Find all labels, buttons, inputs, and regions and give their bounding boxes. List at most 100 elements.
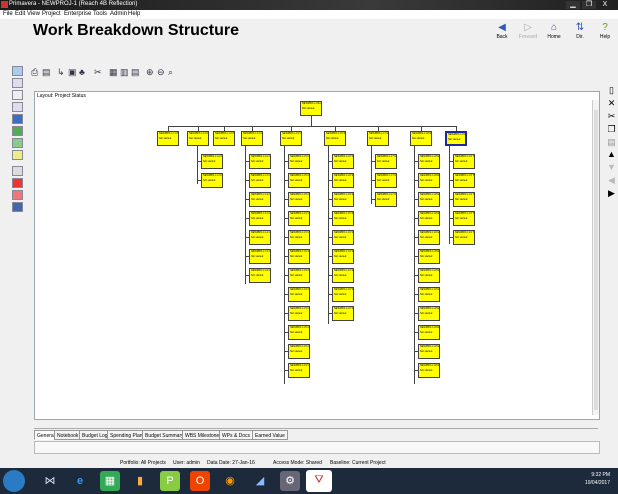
risks-icon[interactable] <box>12 178 23 188</box>
wbs-node-level1[interactable]: NEWPROJ-1.8 Electrical Not started <box>410 131 432 146</box>
wbs-node-child[interactable]: NEWPROJ-1.9 Testing Not started <box>453 173 475 188</box>
primavera-icon[interactable]: ⛛ <box>306 470 332 492</box>
wbs-node-child[interactable]: NEWPROJ-1.5 Civil Works Not started <box>288 211 310 226</box>
tab-budget-log[interactable]: Budget Log <box>79 430 111 440</box>
wbs-node-level1[interactable]: NEWPROJ-1.6 Site Works Not started <box>324 131 346 146</box>
tab-spending-plan[interactable]: Spending Plan <box>107 430 146 440</box>
wbs-node-child[interactable]: NEWPROJ-1.7 Mechanical Not started <box>375 173 397 188</box>
copy-right-icon[interactable]: ❐ <box>607 125 616 134</box>
forward-button[interactable]: ▷ Forward <box>515 22 541 44</box>
maximize-button[interactable]: ❐ <box>582 1 596 9</box>
wbs-node-child[interactable]: NEWPROJ-1.8 Electrical Not started <box>418 306 440 321</box>
wbs-node-child[interactable]: NEWPROJ-1.6 Site Works Not started <box>332 268 354 283</box>
columns-icon[interactable]: ▤ <box>131 67 140 77</box>
print-icon[interactable]: ⎙ <box>31 67 40 77</box>
wbs-node-child[interactable]: NEWPROJ-1.9 Testing Not started <box>453 211 475 226</box>
wbs-node-child[interactable]: NEWPROJ-1.7 Mechanical Not started <box>375 154 397 169</box>
wbs-node-child[interactable]: NEWPROJ-1.7 Mechanical Not started <box>375 192 397 207</box>
wbs-node-child[interactable]: NEWPROJ-1.5 Civil Works Not started <box>288 344 310 359</box>
close-button[interactable]: X <box>598 1 612 9</box>
wbs-node-child[interactable]: NEWPROJ-1.5 Civil Works Not started <box>288 154 310 169</box>
wbs-node-level1[interactable]: NEWPROJ-1.7 Mechanical Not started <box>367 131 389 146</box>
menu-help[interactable]: Help <box>128 11 140 17</box>
wbs-node-child[interactable]: NEWPROJ-1.6 Site Works Not started <box>332 306 354 321</box>
zoom-fit-icon[interactable]: ⌕ <box>168 67 177 77</box>
wbs-node-child[interactable]: NEWPROJ-1.6 Site Works Not started <box>332 249 354 264</box>
wbs-node-child[interactable]: NEWPROJ-1.8 Electrical Not started <box>418 344 440 359</box>
activities-icon[interactable] <box>12 126 23 136</box>
new-icon[interactable]: ▯ <box>607 86 616 95</box>
reports-icon[interactable] <box>12 90 23 100</box>
issues-icon[interactable] <box>12 166 23 176</box>
resources-icon[interactable] <box>12 78 23 88</box>
menu-view[interactable]: View <box>27 11 40 17</box>
tracking-icon[interactable] <box>12 102 23 112</box>
minimize-button[interactable]: ▁ <box>566 1 580 9</box>
wbs-node-child[interactable]: NEWPROJ-1.6 Site Works Not started <box>332 287 354 302</box>
wbs-node-child[interactable]: NEWPROJ-1.8 Electrical Not started <box>418 173 440 188</box>
group-icon[interactable]: ▥ <box>120 67 129 77</box>
menu-tools[interactable]: Tools <box>93 11 107 17</box>
delete-icon[interactable]: ✕ <box>607 99 616 108</box>
move-up-icon[interactable]: ▲ <box>607 150 616 159</box>
tab-wps-docs[interactable]: WPs & Docs <box>219 430 254 440</box>
wbs-node-child[interactable]: NEWPROJ-1.2 DESIGN Not started <box>201 154 223 169</box>
menu-enterprise[interactable]: Enterprise <box>64 11 91 17</box>
outdent-icon[interactable]: ◀ <box>607 176 616 185</box>
print-preview-icon[interactable]: ▤ <box>42 67 51 77</box>
wbs-node-level1[interactable]: NEWPROJ-1.2 DESIGN Not started <box>187 131 209 146</box>
wbs-node-child[interactable]: NEWPROJ-1.8 Electrical Not started <box>418 154 440 169</box>
wbs-node-child[interactable]: NEWPROJ-1.4 Construction Not started <box>249 154 271 169</box>
wbs-node-child[interactable]: NEWPROJ-1.8 Electrical Not started <box>418 192 440 207</box>
wbs-node-child[interactable]: NEWPROJ-1.6 Site Works Not started <box>332 154 354 169</box>
wbs-node-child[interactable]: NEWPROJ-1.5 Civil Works Not started <box>288 287 310 302</box>
wbs-node-child[interactable]: NEWPROJ-1.9 Testing Not started <box>453 230 475 245</box>
wbs-node-child[interactable]: NEWPROJ-1.4 Construction Not started <box>249 230 271 245</box>
move-down-icon[interactable]: ▼ <box>607 163 616 172</box>
wbs-node-child[interactable]: NEWPROJ-1.6 Site Works Not started <box>332 211 354 226</box>
documents-icon[interactable] <box>12 202 23 212</box>
wbs-node-level1[interactable]: NEWPROJ-1.9 Testing Not started <box>445 131 467 146</box>
wbs-node-child[interactable]: NEWPROJ-1.6 Site Works Not started <box>332 173 354 188</box>
wbs-node-child[interactable]: NEWPROJ-1.8 Electrical Not started <box>418 249 440 264</box>
menu-admin[interactable]: Admin <box>110 11 127 17</box>
wbs-node-child[interactable]: NEWPROJ-1.9 Testing Not started <box>453 154 475 169</box>
start-button[interactable] <box>3 470 25 492</box>
paste-icon[interactable]: ▤ <box>607 138 616 147</box>
filter-icon[interactable]: ▦ <box>109 67 118 77</box>
internet-explorer-icon[interactable]: e <box>70 471 90 491</box>
wbs-node-level1[interactable]: NEWPROJ-1.4 Construction Not started <box>241 131 263 146</box>
indent-icon[interactable]: ↳ <box>57 67 66 77</box>
wbs-node-child[interactable]: NEWPROJ-1.8 Electrical Not started <box>418 325 440 340</box>
wbs-node-child[interactable]: NEWPROJ-1.8 Electrical Not started <box>418 211 440 226</box>
media-player-icon[interactable]: ⋈ <box>40 471 60 491</box>
cut-right-icon[interactable]: ✂ <box>607 112 616 121</box>
chrome-icon[interactable]: ◉ <box>220 471 240 491</box>
vertical-scrollbar[interactable] <box>592 100 599 415</box>
tab-budget-summary[interactable]: Budget Summary <box>142 430 187 440</box>
directory-button[interactable]: ⇅ Dir. <box>567 22 593 44</box>
wbs-node-child[interactable]: NEWPROJ-1.5 Civil Works Not started <box>288 192 310 207</box>
wbs-node-child[interactable]: NEWPROJ-1.9 Testing Not started <box>453 192 475 207</box>
menu-edit[interactable]: Edit <box>15 11 25 17</box>
settings-icon[interactable]: ⚙ <box>280 471 300 491</box>
projects-icon[interactable] <box>12 66 23 76</box>
wbs-node-child[interactable]: NEWPROJ-1.6 Site Works Not started <box>332 192 354 207</box>
indent-right-icon[interactable]: ▶ <box>607 189 616 198</box>
wbs-node-child[interactable]: NEWPROJ-1.5 Civil Works Not started <box>288 306 310 321</box>
wbs-node-child[interactable]: NEWPROJ-1.8 Electrical Not started <box>418 287 440 302</box>
wbs-node-child[interactable]: NEWPROJ-1.4 Construction Not started <box>249 249 271 264</box>
wbs-icon[interactable] <box>12 114 23 124</box>
wbs-node-child[interactable]: NEWPROJ-1.5 Civil Works Not started <box>288 268 310 283</box>
spreadsheet-icon[interactable]: ▦ <box>100 471 120 491</box>
zoom-in-icon[interactable]: ⊕ <box>146 67 155 77</box>
wbs-root-node[interactable]: NEWPROJ-1 Reach 4B Reflection Not started <box>300 101 322 116</box>
wbs-node-level1[interactable]: NEWPROJ-1.1 PROJECT MGMT Not started <box>157 131 179 146</box>
back-button[interactable]: ◀ Back <box>489 22 515 44</box>
wbs-node-child[interactable]: NEWPROJ-1.4 Construction Not started <box>249 211 271 226</box>
home-button[interactable]: ⌂ Home <box>541 22 567 44</box>
wbs-node-child[interactable]: NEWPROJ-1.5 Civil Works Not started <box>288 173 310 188</box>
wbs-node-child[interactable]: NEWPROJ-1.8 Electrical Not started <box>418 363 440 378</box>
wbs-node-child[interactable]: NEWPROJ-1.8 Electrical Not started <box>418 268 440 283</box>
copy-icon[interactable]: ▣ <box>68 67 77 77</box>
